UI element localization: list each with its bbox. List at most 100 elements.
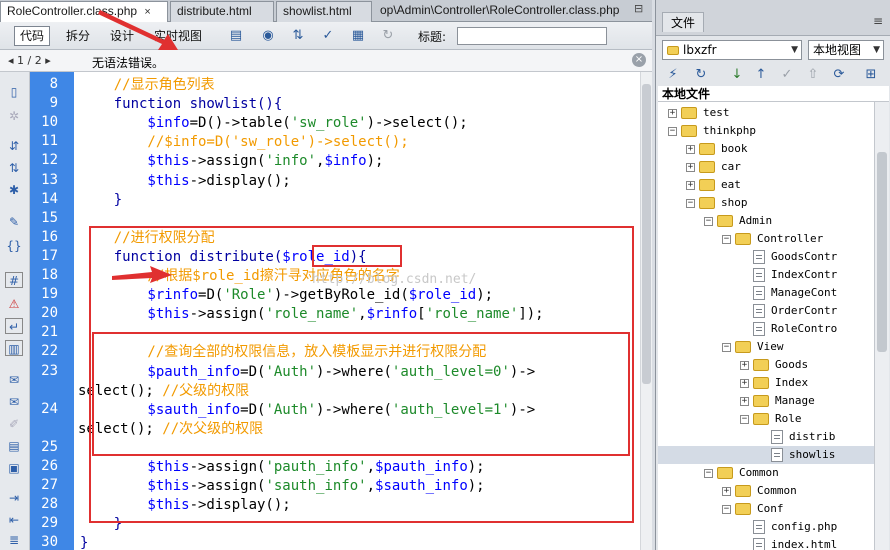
live-view-button[interactable]: 实时视图 [148, 26, 208, 46]
expand-icon[interactable]: + [686, 144, 695, 154]
expand-icon[interactable]: + [740, 360, 749, 370]
check-out-icon[interactable]: ✓ [778, 66, 796, 84]
collapse-tag-icon[interactable]: ⇵ [5, 138, 23, 154]
expand-icon[interactable]: + [668, 108, 677, 118]
tree-folder[interactable]: + eat [686, 176, 741, 194]
refresh-icon[interactable]: ↻ [378, 27, 398, 45]
tree-folder[interactable]: − Controller [722, 230, 823, 248]
tree-file[interactable]: showlis [658, 446, 874, 464]
expand-icon[interactable]: + [740, 378, 749, 388]
collapse-icon[interactable]: − [686, 198, 695, 208]
close-icon[interactable]: × [144, 3, 150, 22]
expand-panel-icon[interactable]: ⊞ [862, 66, 880, 84]
get-files-icon[interactable]: ↓ [728, 66, 746, 84]
expand-icon[interactable]: + [686, 162, 695, 172]
tree-file[interactable]: ManageCont [740, 284, 837, 302]
multiscreen-icon[interactable]: ▤ [226, 27, 246, 45]
tree-scrollbar[interactable] [874, 102, 889, 550]
tree-folder[interactable]: − Admin [704, 212, 772, 230]
collapse-icon[interactable]: − [722, 234, 731, 244]
refresh-icon[interactable]: ↻ [692, 66, 710, 84]
tree-file[interactable]: IndexContr [740, 266, 837, 284]
tree-folder[interactable]: − thinkphp [668, 122, 756, 140]
move-css-icon[interactable]: ▣ [5, 460, 23, 476]
collapse-icon[interactable]: − [740, 414, 749, 424]
format-source-icon[interactable]: ≣ [5, 532, 23, 548]
tree-folder[interactable]: + Common [722, 482, 797, 500]
tab-showlist[interactable]: showlist.html [276, 1, 372, 22]
syntax-coloring-icon[interactable]: ▥ [5, 340, 23, 356]
tree-folder[interactable]: − View [722, 338, 784, 356]
tree-file[interactable]: config.php [740, 518, 837, 536]
tab-files[interactable]: 文件 [662, 12, 705, 32]
tree-folder[interactable]: + car [686, 158, 741, 176]
collapse-icon[interactable]: − [668, 126, 677, 136]
tab-rolecontroller[interactable]: RoleController.class.php × [0, 1, 168, 23]
split-view-button[interactable]: 拆分 [60, 26, 96, 46]
expand-icon[interactable]: + [686, 180, 695, 190]
scrollbar-thumb[interactable] [642, 84, 651, 384]
restore-icon[interactable]: ⊟ [634, 3, 646, 15]
tree-folder[interactable]: + Manage [740, 392, 815, 410]
collapse-icon[interactable]: − [722, 342, 731, 352]
wrap-tag-icon[interactable]: ✐ [5, 416, 23, 432]
tree-file[interactable]: distrib [758, 428, 835, 446]
tree-folder[interactable]: + Goods [740, 356, 808, 374]
tree-folder[interactable]: + book [686, 140, 748, 158]
line-numbers-icon[interactable]: # [5, 272, 23, 288]
tree-item-label: showlis [789, 448, 836, 461]
tree-file[interactable]: index.html [740, 536, 837, 550]
tree-file[interactable]: GoodsContr [740, 248, 837, 266]
view-select[interactable]: 本地视图 ▼ [808, 40, 884, 60]
tree-folder[interactable]: − Role [740, 410, 802, 428]
scrollbar-thumb[interactable] [877, 152, 887, 352]
tree-folder[interactable]: − Conf [722, 500, 784, 518]
open-documents-icon[interactable]: ▯ [5, 84, 23, 100]
collapse-selection-icon[interactable]: ⇅ [5, 160, 23, 176]
editor-scrollbar[interactable] [640, 72, 652, 550]
tree-file[interactable]: OrderContr [740, 302, 837, 320]
browser-preview-icon[interactable]: ◉ [258, 27, 278, 45]
put-files-icon[interactable]: ↑ [752, 66, 770, 84]
site-select[interactable]: lbxzfr ▼ [662, 40, 802, 60]
highlight-invalid-code-icon[interactable]: ⚠ [5, 296, 23, 312]
tree-item-label: shop [721, 196, 748, 209]
title-input[interactable] [457, 27, 607, 45]
recent-snippets-icon[interactable]: ▤ [5, 438, 23, 454]
expand-all-icon[interactable]: ✱ [5, 182, 23, 198]
collapse-icon[interactable]: − [704, 468, 713, 478]
remove-comment-icon[interactable]: ✉ [5, 394, 23, 410]
site-select-value: lbxzfr [683, 43, 717, 57]
expand-icon[interactable]: + [722, 486, 731, 496]
page-navigator[interactable]: ◂ 1 / 2 ▸ [8, 54, 51, 67]
tree-file[interactable]: RoleContro [740, 320, 837, 338]
outdent-code-icon[interactable]: ⇤ [5, 512, 23, 528]
tree-folder[interactable]: + Index [740, 374, 808, 392]
visual-aids-icon[interactable]: ▦ [348, 27, 368, 45]
code-line: //显示角色列表 [80, 76, 215, 95]
balance-braces-icon[interactable]: {} [5, 238, 23, 254]
tree-folder[interactable]: − shop [686, 194, 748, 212]
collapse-icon[interactable]: − [704, 216, 713, 226]
tree-folder[interactable]: − Common [704, 464, 779, 482]
file-management-icon[interactable]: ⇅ [288, 27, 308, 45]
connect-icon[interactable]: ⚡ [664, 66, 682, 84]
design-view-button[interactable]: 设计 [104, 26, 140, 46]
collapse-icon[interactable]: − [722, 504, 731, 514]
show-code-navigator-icon[interactable]: ✲ [5, 108, 23, 124]
select-parent-tag-icon[interactable]: ✎ [5, 214, 23, 230]
synchronize-icon[interactable]: ⟳ [830, 66, 848, 84]
tree-item-label: car [721, 160, 741, 173]
panel-menu-icon[interactable]: ≡ [873, 14, 883, 28]
check-in-icon[interactable]: ⇧ [804, 66, 822, 84]
tab-distribute[interactable]: distribute.html [170, 1, 274, 22]
apply-comment-icon[interactable]: ✉ [5, 372, 23, 388]
word-wrap-icon[interactable]: ↵ [5, 318, 23, 334]
check-page-icon[interactable]: ✓ [318, 27, 338, 45]
expand-icon[interactable]: + [740, 396, 749, 406]
tree-folder[interactable]: + test [668, 104, 730, 122]
close-icon[interactable]: × [632, 53, 646, 67]
indent-code-icon[interactable]: ⇥ [5, 490, 23, 506]
line-number: 8 [49, 76, 58, 92]
code-view-button[interactable]: 代码 [14, 26, 51, 46]
